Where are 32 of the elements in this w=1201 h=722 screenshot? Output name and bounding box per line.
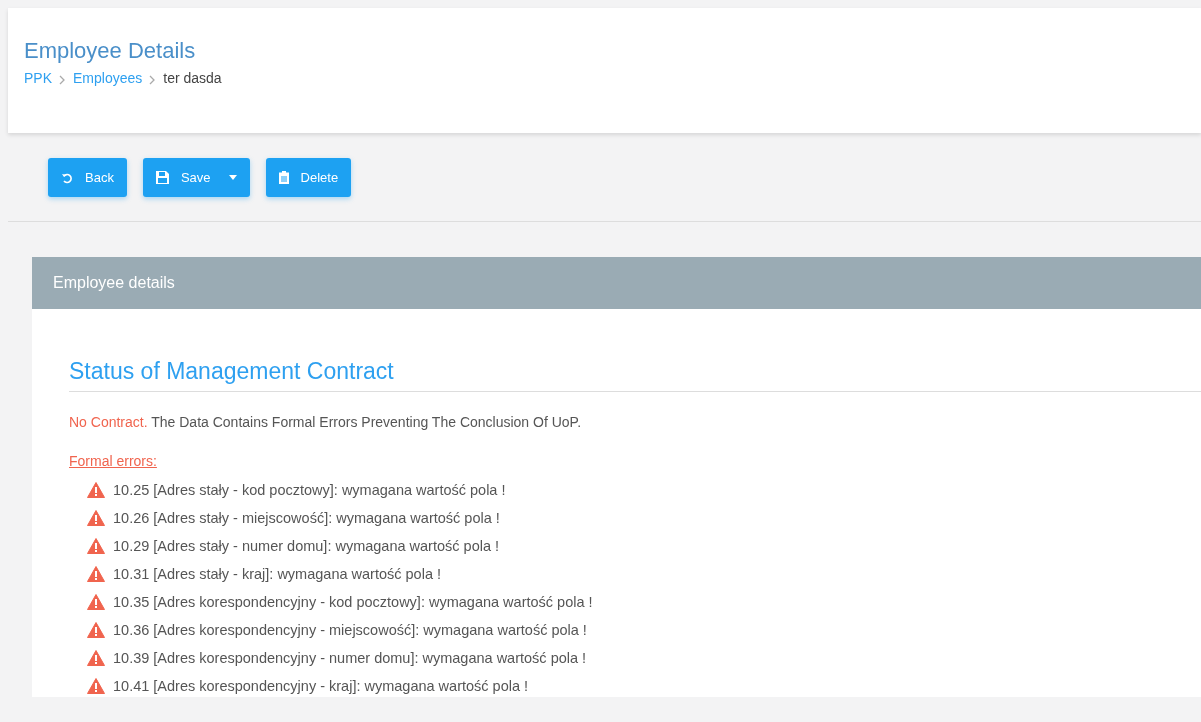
error-message: 10.26 [Adres stały - miejscowość]: wymagana wartość pola ! xyxy=(113,508,500,528)
chevron-icon xyxy=(149,74,157,85)
error-message: 10.35 [Adres korespondencyjny - kod pocztowy]: wymagana wartość pola ! xyxy=(113,592,593,612)
warning-icon xyxy=(87,482,105,498)
error-message: 10.39 [Adres korespondencyjny - numer domu]: wymagana wartość pola ! xyxy=(113,648,587,668)
panel-header: Employee details xyxy=(32,257,1201,309)
error-message: 10.29 [Adres stały - numer domu]: wymagana wartość pola ! xyxy=(113,536,500,556)
clipboard-icon xyxy=(278,171,289,184)
error-message: 10.36 [Adres korespondencyjny - miejscowość]: wymagana wartość pola ! xyxy=(113,620,587,640)
back-button[interactable]: Back xyxy=(48,158,127,197)
warning-icon xyxy=(87,538,105,554)
warning-icon xyxy=(87,678,105,694)
delete-button[interactable]: Delete xyxy=(265,158,352,197)
back-icon xyxy=(61,171,73,184)
warning-icon xyxy=(87,510,105,526)
chevron-icon xyxy=(59,74,66,85)
error-message: 10.41 [Adres korespondencyjny - kraj]: wymagana wartość pola ! xyxy=(113,676,529,696)
page-title: Employee Details xyxy=(24,38,197,65)
breadcrumb-link[interactable]: PPK xyxy=(24,70,52,87)
warning-icon xyxy=(87,650,105,666)
errors-label: Formal errors: xyxy=(69,452,157,469)
breadcrumb-current: ter dasda xyxy=(163,70,222,87)
warning-icon xyxy=(87,594,105,610)
error-message: 10.31 [Adres stały - kraj]: wymagana wartość pola ! xyxy=(113,564,441,584)
status-message: No Contract. The Data Contains Formal Errors Preventing The Conclusion Of UoP. xyxy=(69,412,583,432)
breadcrumb-link[interactable]: Employees xyxy=(73,70,143,87)
section-title: Status of Management Contract xyxy=(69,354,1201,392)
warning-icon xyxy=(87,566,105,582)
warning-icon xyxy=(87,622,105,638)
caret-icon xyxy=(228,175,237,180)
save-button[interactable]: Save xyxy=(142,158,250,197)
error-message: 10.25 [Adres stały - kod pocztowy]: wymagana wartość pola ! xyxy=(113,480,506,500)
